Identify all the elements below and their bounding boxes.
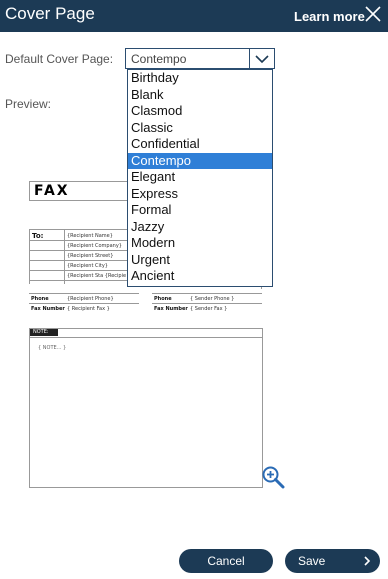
dropdown-option-express[interactable]: Express <box>128 186 272 203</box>
dropdown-option-confidential[interactable]: Confidential <box>128 136 272 153</box>
zoom-in-icon[interactable] <box>261 465 285 489</box>
save-button-label: Save <box>298 554 326 568</box>
dropdown-option-ancient[interactable]: Ancient <box>128 268 272 285</box>
cover-page-select-value: Contempo <box>131 52 187 66</box>
dialog-title: Cover Page <box>5 4 95 23</box>
preview-recipient-fax: { Recipient Fax } <box>67 306 110 312</box>
dropdown-option-contempo[interactable]: Contempo <box>128 152 272 169</box>
preview-sender-phone-label: Phone <box>154 296 172 302</box>
preview-fax-number-label: Fax Number <box>31 306 65 312</box>
dropdown-option-classic[interactable]: Classic <box>128 120 272 137</box>
preview-phone-label: Phone <box>31 296 49 302</box>
preview-recipient-field: {Recipient Sta {Recipie <box>67 273 127 279</box>
default-cover-page-label: Default Cover Page: <box>5 52 114 66</box>
cancel-button[interactable]: Cancel <box>179 549 273 573</box>
preview-sender-phone: { Sender Phone } <box>190 296 235 302</box>
preview-note-label: NOTE: <box>30 329 58 336</box>
dialog-header: Cover Page Learn more <box>0 0 388 32</box>
dropdown-option-blank[interactable]: Blank <box>128 87 272 104</box>
preview-fax-title: FAX <box>34 183 70 199</box>
preview-note-box: NOTE: { NOTE... } <box>29 328 263 488</box>
chevron-right-icon <box>364 556 371 566</box>
preview-recipient-field: {Recipient Street} <box>67 253 114 259</box>
preview-sender-fax: { Sender Fax } <box>190 306 228 312</box>
preview-to-label: To: <box>32 232 44 240</box>
preview-note-text: { NOTE... } <box>38 345 67 351</box>
preview-recipient-field: {Recipient City} <box>67 263 108 269</box>
preview-recipient-field: {Recipient Name} <box>67 233 113 239</box>
dropdown-option-elegant[interactable]: Elegant <box>128 169 272 186</box>
dropdown-option-clasmod[interactable]: Clasmod <box>128 103 272 120</box>
chevron-down-icon[interactable] <box>249 49 274 68</box>
preview-sender-fax-label: Fax Number <box>154 306 188 312</box>
preview-recipient-field: {Recipient Company} <box>67 243 122 249</box>
preview-recipient-phone: {Recipient Phone} <box>67 296 114 302</box>
dropdown-option-formal[interactable]: Formal <box>128 202 272 219</box>
preview-note-divider <box>30 337 262 338</box>
dropdown-option-urgent[interactable]: Urgent <box>128 252 272 269</box>
cover-page-dropdown-list[interactable]: Birthday Blank Clasmod Classic Confident… <box>127 69 273 287</box>
dropdown-option-birthday[interactable]: Birthday <box>128 70 272 87</box>
close-icon[interactable] <box>364 5 382 23</box>
preview-label: Preview: <box>5 97 52 111</box>
cover-page-select[interactable]: Contempo <box>125 48 275 69</box>
dropdown-option-jazzy[interactable]: Jazzy <box>128 219 272 236</box>
save-button[interactable]: Save <box>285 549 380 573</box>
learn-more-link[interactable]: Learn more <box>294 9 365 24</box>
dropdown-option-modern[interactable]: Modern <box>128 235 272 252</box>
